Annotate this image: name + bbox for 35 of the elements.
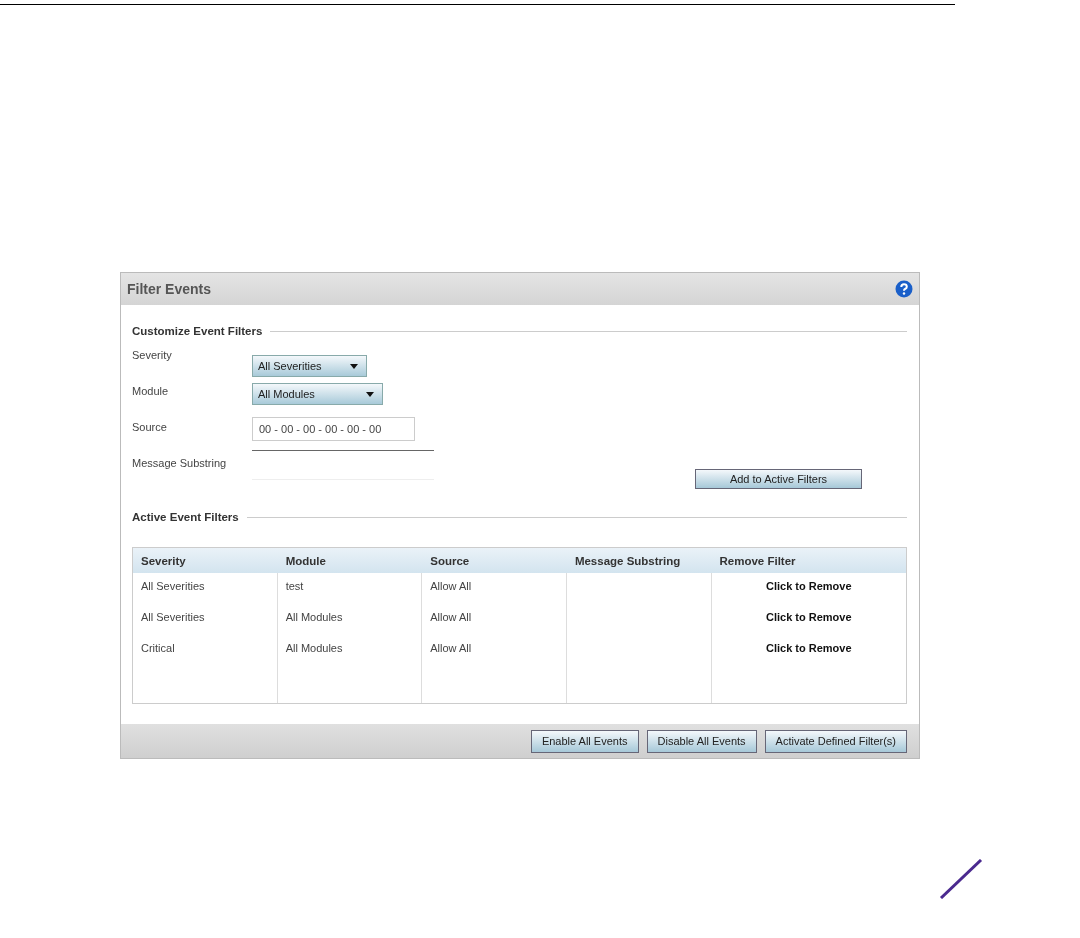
table-cell: Allow All	[430, 642, 472, 654]
input-field[interactable]: 00 - 00 - 00 - 00 - 00 - 00	[252, 417, 415, 441]
column-header: Severity	[140, 554, 187, 567]
panel-title: Filter Events	[127, 281, 212, 297]
column-header: Message Substring	[573, 554, 682, 567]
table-cell: All Severities	[141, 611, 205, 623]
field-label: Message Substring	[132, 456, 228, 469]
slash-mark-icon	[939, 859, 983, 899]
dropdown[interactable]: All Severities	[252, 355, 367, 377]
section-heading: Customize Event Filters	[132, 325, 263, 337]
column-header: Module	[284, 554, 327, 567]
help-icon[interactable]	[895, 280, 913, 298]
remove-link[interactable]: Click to Remove	[765, 611, 852, 623]
remove-link[interactable]: Click to Remove	[765, 580, 852, 592]
table-cell: All Modules	[285, 642, 343, 654]
remove-link[interactable]: Click to Remove	[765, 642, 852, 654]
footer-button[interactable]: Disable All Events	[646, 729, 757, 753]
table-cell: test	[285, 580, 304, 592]
column-header: Source	[429, 554, 471, 567]
field-label: Source	[132, 420, 168, 433]
table-cell: Allow All	[430, 580, 472, 592]
footer-button[interactable]: Enable All Events	[530, 729, 639, 753]
table-cell: All Severities	[141, 580, 205, 592]
table-cell: Allow All	[430, 611, 472, 623]
field-label: Severity	[132, 348, 173, 361]
footer-button[interactable]: Activate Defined Filter(s)	[764, 729, 907, 753]
field-label: Module	[132, 384, 170, 397]
section-heading: Active Event Filters	[132, 511, 239, 523]
dropdown[interactable]: All Modules	[252, 383, 383, 405]
column-header: Remove Filter	[718, 554, 797, 567]
caret-icon	[366, 391, 374, 397]
add-filter-button[interactable]: Add to Active Filters	[695, 469, 862, 489]
table-cell: All Modules	[285, 611, 343, 623]
caret-icon	[350, 363, 358, 369]
table-cell: Critical	[141, 642, 175, 654]
